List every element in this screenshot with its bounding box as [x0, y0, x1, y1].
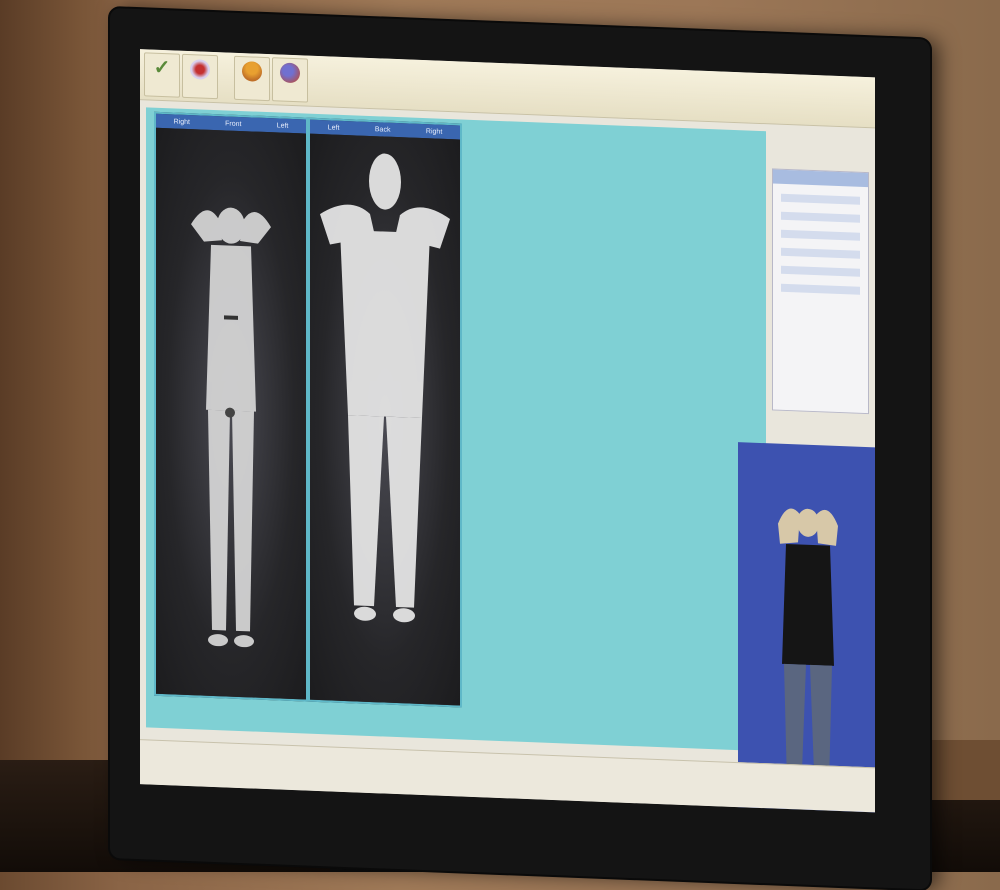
monitor: ✓ Right Front Left Left Back Right	[110, 8, 930, 890]
pawn-icon	[242, 61, 262, 82]
back-header-right: Right	[425, 127, 443, 136]
screen: ✓ Right Front Left Left Back Right	[140, 49, 875, 813]
side-panel-header	[773, 169, 868, 188]
globe-label	[273, 98, 307, 99]
side-info-panel	[772, 168, 869, 415]
crest-button[interactable]	[182, 53, 218, 100]
back-header-center: Back	[374, 125, 391, 134]
front-scan-image	[156, 127, 306, 700]
globe-button[interactable]	[272, 57, 308, 103]
pawn-button[interactable]	[234, 55, 270, 102]
back-scan-image	[310, 133, 460, 706]
globe-icon	[280, 62, 300, 84]
accept-label	[145, 93, 179, 94]
crest-label	[183, 95, 217, 96]
side-row	[781, 211, 860, 223]
front-header-left: Right	[173, 117, 190, 126]
scan-workspace: Right Front Left Left Back Right	[146, 107, 766, 752]
side-row	[781, 247, 860, 259]
front-scan-panel[interactable]: Right Front Left	[154, 111, 308, 702]
avatar-figure	[778, 508, 838, 813]
accept-button[interactable]: ✓	[144, 52, 180, 98]
back-scan-panel[interactable]: Left Back Right	[308, 117, 462, 708]
back-header-left: Left	[327, 123, 340, 132]
side-row	[781, 193, 860, 205]
side-row	[781, 229, 860, 241]
check-icon: ✓	[153, 56, 171, 80]
wall-background	[0, 0, 120, 872]
side-row	[781, 283, 860, 295]
side-row	[781, 265, 860, 277]
front-header-center: Front	[225, 119, 242, 128]
pawn-label	[235, 97, 269, 98]
front-header-right: Left	[276, 121, 289, 130]
crest-icon	[190, 59, 210, 80]
avatar-panel	[738, 442, 875, 813]
